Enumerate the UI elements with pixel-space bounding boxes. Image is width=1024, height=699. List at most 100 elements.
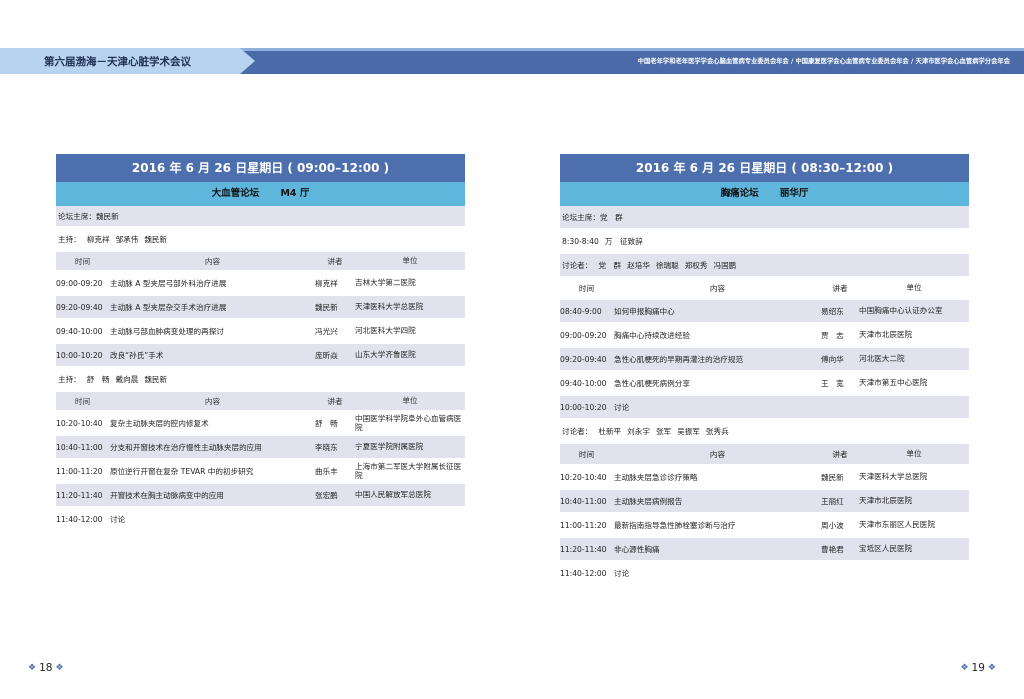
row-unit: 中国医学科学院阜外心血管病医院: [355, 413, 462, 432]
ornament-icon: ❖: [987, 663, 996, 673]
row-speaker: 舒 畅: [315, 418, 338, 428]
col-time-header: 时间: [578, 283, 595, 293]
row-unit: 吉林大学第二医院: [355, 278, 416, 288]
table-row: 11:40-12:00 讨论: [560, 562, 969, 586]
row-unit: 宝坻区人民医院: [859, 544, 913, 554]
row-unit: 天津医科大学总医院: [355, 302, 424, 312]
col-content-header: 内容: [204, 396, 221, 406]
row-content: 主动脉弓部血肿病变处理的再探讨: [110, 326, 224, 336]
col-content-header: 内容: [709, 283, 726, 293]
col-speaker-header: 讲者: [327, 256, 343, 266]
table-header-row: 时间 内容 讲者 单位: [560, 444, 969, 466]
row-content: 急性心肌梗死病例分享: [614, 378, 690, 388]
table-row: 10:40-11:00 主动脉夹层病例报告 王丽红 天津市北辰医院: [560, 490, 969, 514]
row-speaker: 庞昕焱: [315, 350, 338, 360]
page-number: 19: [971, 662, 985, 674]
row-content: 讨论: [614, 568, 630, 578]
row-content: 主动脉 A 型夹层杂交手术治疗进展: [110, 302, 227, 312]
row-time: 09:20-09:40: [560, 354, 607, 364]
discussant-row: 讨论者： 杜新平 刘永宇 张军 吴振军 张秀兵: [560, 420, 969, 444]
row-content: 非心源性胸痛: [614, 544, 660, 554]
opening-time: 8:30-8:40: [562, 236, 599, 246]
host-row: 主持： 舒 畅 戴向晨 魏民新: [56, 368, 465, 392]
row-content: 分支和开窗技术在治疗慢性主动脉夹层的应用: [110, 442, 262, 452]
table-row: 09:20-09:40 急性心肌梗死的早期再灌注的治疗规范 傅向华 河北医大二院: [560, 348, 969, 372]
discussant-name: 徐瑞聪: [655, 260, 679, 270]
row-time: 11:20-11:40: [56, 490, 103, 500]
col-unit-header: 单位: [402, 256, 418, 266]
row-speaker: 王 宽: [821, 378, 844, 388]
col-content-header: 内容: [204, 256, 221, 266]
row-time: 09:20-09:40: [56, 302, 103, 312]
row-unit: 上海市第二军医大学附属长征医院: [355, 461, 462, 480]
row-content: 胸痛中心持续改进经验: [614, 330, 690, 340]
row-content: 讨论: [110, 514, 126, 524]
row-unit: 河北医大二院: [859, 354, 905, 364]
row-content: 最新指南指导急性肺栓塞诊断与治疗: [614, 520, 736, 530]
row-content: 主动脉 A 型夹层弓部外科治疗进展: [110, 278, 227, 288]
conference-title: 第六届渤海－天津心脏学术会议: [44, 56, 191, 68]
row-unit: 天津市北辰医院: [859, 330, 913, 340]
table-row: 10:00-10:20 改良“孙氏”手术 庞昕焱 山东大学齐鲁医院: [56, 344, 465, 368]
col-content-header: 内容: [709, 449, 726, 459]
row-speaker: 张宏鹏: [315, 490, 338, 500]
row-time: 08:40-9:00: [560, 306, 602, 316]
table-row: 10:20-10:40 复杂主动脉夹层的腔内修复术 舒 畅 中国医学科学院阜外心…: [56, 412, 465, 436]
row-time: 10:40-11:00: [56, 442, 103, 452]
page-header: 第六届渤海－天津心脏学术会议 中国老年学和老年医学学会心脑血管病专业委员会年会 …: [0, 48, 1024, 74]
row-unit: 宁夏医学院附属医院: [355, 442, 424, 452]
discussant-name: 张军: [655, 426, 672, 436]
table-row: 10:20-10:40 主动脉夹层急诊诊疗策略 魏民新 天津医科大学总医院: [560, 466, 969, 490]
row-content: 开窗技术在胸主动脉病变中的应用: [110, 490, 224, 500]
row-time: 09:00-09:20: [560, 330, 607, 340]
discussant-name: 冯国鹏: [713, 260, 737, 270]
row-time: 09:40-10:00: [560, 378, 607, 388]
forum-chair-row: 论坛主席：魏民新: [56, 206, 465, 228]
row-unit: 天津市第五中心医院: [859, 378, 928, 388]
row-speaker: 易绍东: [821, 306, 844, 316]
table-row: 10:00-10:20 讨论: [560, 396, 969, 420]
host-name: 邹承伟: [115, 234, 139, 244]
forum-room: M4 厅: [280, 188, 310, 199]
table-row: 09:40-10:00 主动脉弓部血肿病变处理的再探讨 冯光兴 河北医科大学四院: [56, 320, 465, 344]
forum-chair: 论坛主席：党 群: [562, 212, 623, 222]
opening-row: 8:30-8:40 万 征致辞: [560, 230, 969, 254]
row-speaker: 魏民新: [315, 302, 338, 312]
table-row: 11:40-12:00 讨论: [56, 508, 465, 532]
session-date: 2016 年 6 月 26 日星期日 ( 09:00–12:00 ): [56, 154, 465, 182]
col-unit-header: 单位: [906, 449, 922, 459]
row-unit: 天津医科大学总医院: [859, 472, 928, 482]
row-time: 10:00-10:20: [56, 350, 103, 360]
row-speaker: 李晓东: [315, 442, 338, 452]
row-time: 11:20-11:40: [560, 544, 607, 554]
table-header-row: 时间 内容 讲者 单位: [56, 252, 465, 272]
row-speaker: 周小波: [821, 520, 844, 530]
table-row: 09:00-09:20 胸痛中心持续改进经验 贾 志 天津市北辰医院: [560, 324, 969, 348]
discussant-name: 张秀兵: [705, 426, 729, 436]
col-time-header: 时间: [578, 449, 595, 459]
col-time-header: 时间: [74, 256, 91, 266]
row-unit: 河北医科大学四院: [355, 326, 416, 336]
table-row: 09:40-10:00 急性心肌梗死病例分享 王 宽 天津市第五中心医院: [560, 372, 969, 396]
ornament-icon: ❖: [55, 663, 64, 673]
forum-name: 大血管论坛: [211, 188, 260, 199]
forum-chair: 论坛主席：魏民新: [58, 211, 119, 221]
row-unit: 山东大学齐鲁医院: [355, 350, 416, 360]
row-time: 11:40-12:00: [560, 568, 607, 578]
row-unit: 中国人民解放军总医院: [355, 490, 431, 500]
table-row: 11:00-11:20 最新指南指导急性肺栓塞诊断与治疗 周小波 天津市东丽区人…: [560, 514, 969, 538]
row-time: 10:00-10:20: [560, 402, 607, 412]
discussant-name: 杜新平: [598, 426, 622, 436]
row-speaker: 冯光兴: [315, 326, 338, 336]
table-header-row: 时间 内容 讲者 单位: [560, 278, 969, 300]
discussant-name: 刘永宇: [627, 426, 650, 436]
row-speaker: 曲乐丰: [315, 466, 338, 476]
row-time: 09:00-09:20: [56, 278, 103, 288]
row-time: 10:20-10:40: [56, 418, 103, 428]
row-time: 10:20-10:40: [560, 472, 607, 482]
forum-name: 胸痛论坛: [720, 188, 759, 199]
row-time: 11:40-12:00: [56, 514, 103, 524]
row-content: 主动脉夹层急诊诊疗策略: [614, 472, 698, 482]
organizers-title: 中国老年学和老年医学学会心脑血管病专业委员会年会 / 中国康复医学会心血管病专业…: [637, 58, 1010, 65]
row-time: 10:40-11:00: [560, 496, 607, 506]
